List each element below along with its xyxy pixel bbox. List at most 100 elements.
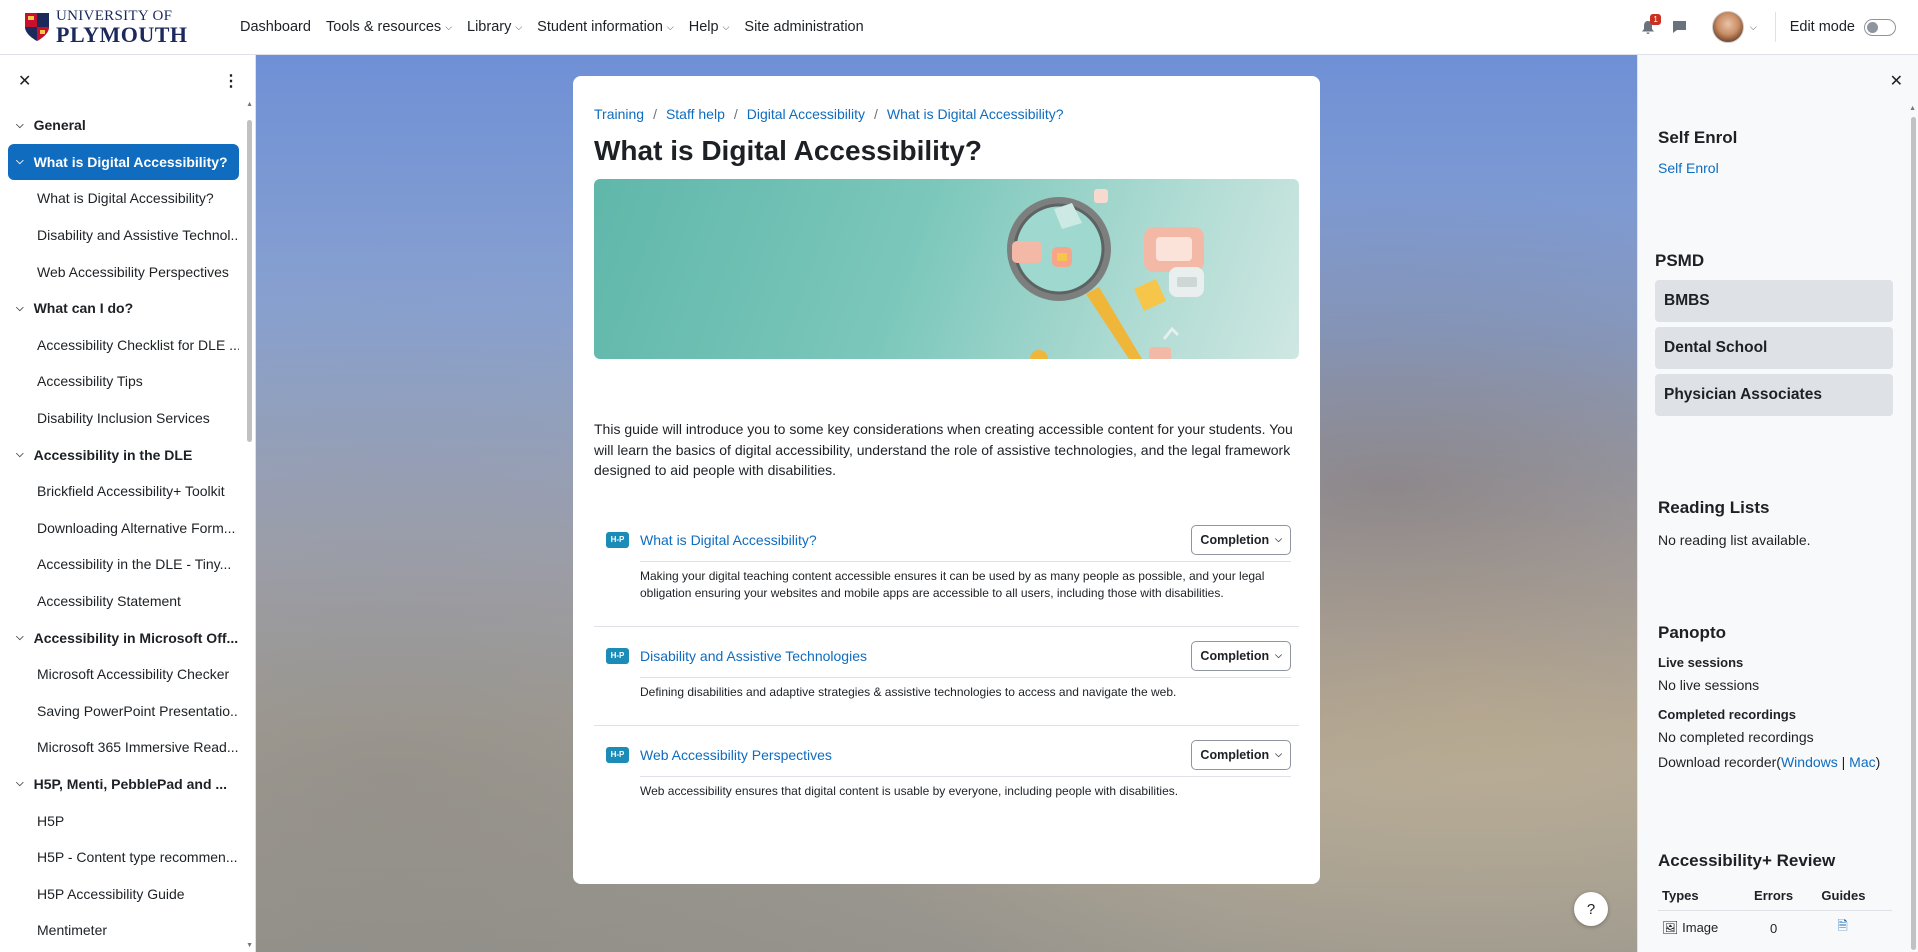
scroll-up-arrow[interactable]: ▲ [1909,105,1916,112]
activity-link[interactable]: What is Digital Accessibility? [640,532,817,548]
user-avatar[interactable] [1711,11,1744,43]
course-index-item[interactable]: Downloading Alternative Form... [8,510,239,547]
nav-help[interactable]: Help ⌵ [689,19,730,35]
chevron-down-icon: ⌵ [722,21,730,32]
chevron-down-icon: ⌵ [16,449,24,461]
edit-mode-toggle[interactable] [1864,18,1896,36]
accessibility-review-block: Accessibility+ Review Types Errors Guide… [1658,851,1893,945]
course-index-item[interactable]: Mentimeter [8,912,239,949]
breadcrumb-separator: / [733,106,738,122]
course-index-item[interactable]: Accessibility Tips [8,363,239,400]
section-general[interactable]: ⌵ General [8,107,239,144]
column-header-guides: Guides [1817,881,1892,911]
panopto-block: Panopto Live sessions No live sessions C… [1658,623,1893,774]
download-mac-link[interactable]: Mac [1849,754,1875,770]
course-index-item[interactable]: Accessibility Statement [8,583,239,620]
column-header-errors: Errors [1750,881,1818,911]
completion-dropdown[interactable]: Completion ⌵ [1191,524,1291,555]
course-index-item[interactable]: Brickfield Accessibility+ Toolkit [8,473,239,510]
nav-library[interactable]: Library ⌵ [467,19,522,35]
course-index-item[interactable]: Web Accessibility Perspectives [8,253,239,290]
nav-site-administration-label: Site administration [744,19,864,35]
completed-recordings-heading: Completed recordings [1658,707,1796,722]
course-index-item[interactable]: Disability Inclusion Services [8,400,239,437]
download-recorder-label: Download recorder( [1658,754,1781,770]
reading-lists-text: No reading list available. [1658,532,1811,548]
psmd-button-dental-school[interactable]: Dental School [1655,327,1893,369]
nav-library-label: Library [467,19,512,35]
completion-label: Completion [1200,532,1270,547]
self-enrol-title: Self Enrol [1658,128,1738,147]
psmd-button-physician-associates[interactable]: Physician Associates [1655,374,1893,416]
close-drawer-icon[interactable]: ✕ [18,71,31,91]
image-icon: 🖼 [1662,920,1679,935]
course-index-item[interactable]: H5P [8,802,239,839]
section-accessibility-in-microsoft-office[interactable]: ⌵ Accessibility in Microsoft Off... [8,619,239,656]
nav-tools-resources[interactable]: Tools & resources ⌵ [326,19,452,35]
scroll-down-arrow[interactable]: ▼ [246,942,253,949]
course-index-scrollbar[interactable] [247,120,252,442]
chevron-down-icon: ⌵ [1275,749,1282,759]
activity-link[interactable]: Web Accessibility Perspectives [640,747,832,763]
psmd-button-bmbs[interactable]: BMBS [1655,280,1893,322]
chevron-down-icon: ⌵ [16,302,24,314]
section-title: General [33,117,86,134]
h5p-icon: H-P [606,647,629,664]
breadcrumb-current-section[interactable]: What is Digital Accessibility? [887,106,1064,122]
section-title: H5P, Menti, PebblePad and ... [33,775,228,792]
kebab-menu-icon[interactable]: ⋮ [223,71,239,91]
completion-dropdown[interactable]: Completion ⌵ [1191,739,1291,770]
nav-student-information[interactable]: Student information ⌵ [537,19,674,35]
completion-dropdown[interactable]: Completion ⌵ [1191,640,1291,671]
self-enrol-link[interactable]: Self Enrol [1658,160,1893,176]
psmd-title: PSMD [1655,251,1705,270]
chevron-down-icon: ⌵ [16,778,24,790]
help-button[interactable]: ? [1574,892,1608,926]
course-index-item[interactable]: H5P Accessibility Guide [8,875,239,912]
course-index-item[interactable]: Microsoft 365 Immersive Read... [8,729,239,766]
nav-dashboard[interactable]: Dashboard [240,19,311,35]
course-index-list: ⌵ General ⌵ What is Digital Accessibility?… [0,107,255,949]
course-index-item[interactable]: What is Digital Accessibility? [8,180,239,217]
document-icon[interactable]: 🗎 [1837,918,1847,933]
messages-button[interactable] [1670,17,1690,37]
h5p-icon: H-P [606,746,629,763]
nav-site-administration[interactable]: Site administration [744,19,863,35]
section-h5p-menti-pebblepad[interactable]: ⌵ H5P, Menti, PebblePad and ... [8,766,239,803]
breadcrumb-digital-accessibility[interactable]: Digital Accessibility [747,106,865,122]
navbar-divider [1774,12,1776,42]
notifications-button[interactable]: 1 [1638,14,1661,37]
course-index-item[interactable]: Saving PowerPoint Presentatio... [8,693,239,730]
self-enrol-block: Self Enrol Self Enrol [1658,128,1893,176]
course-index-item[interactable]: Accessibility Checklist for DLE ... [8,327,239,364]
breadcrumb-training[interactable]: Training [594,106,644,122]
section-what-can-i-do[interactable]: ⌵ What can I do? [8,290,239,327]
course-index-item[interactable]: Microsoft Accessibility Checker [8,656,239,693]
psmd-block: PSMD BMBS Dental School Physician Associ… [1655,251,1893,421]
breadcrumb-separator: / [653,106,657,122]
section-title: What is Digital Accessibility? [33,153,228,170]
top-navbar: UNIVERSITY OF PLYMOUTH Dashboard Tools &… [0,0,1918,55]
chevron-down-icon[interactable]: ⌵ [1750,22,1757,33]
download-separator: | [1837,754,1850,770]
section-what-is-digital-accessibility[interactable]: ⌵ What is Digital Accessibility? [8,143,239,181]
chevron-down-icon: ⌵ [515,21,523,32]
h5p-icon: H-P [606,531,629,548]
chevron-down-icon: ⌵ [16,156,24,168]
breadcrumb-staff-help[interactable]: Staff help [666,106,725,122]
section-accessibility-in-the-dle[interactable]: ⌵ Accessibility in the DLE [8,436,239,473]
download-windows-link[interactable]: Windows [1781,754,1838,770]
course-index-item[interactable]: Accessibility in the DLE - Tiny... [8,546,239,583]
course-index-item[interactable]: H5P - Content type recommen... [8,839,239,876]
course-index-item[interactable]: Disability and Assistive Technol... [8,217,239,254]
university-logo[interactable]: UNIVERSITY OF PLYMOUTH [24,8,214,46]
completion-label: Completion [1200,648,1270,663]
download-suffix: ) [1875,754,1881,770]
scroll-up-arrow[interactable]: ▲ [246,101,253,108]
block-drawer-scrollbar[interactable] [1911,117,1916,950]
activity-link[interactable]: Disability and Assistive Technologies [640,648,867,664]
close-drawer-icon[interactable]: ✕ [1890,71,1903,91]
reading-lists-block: Reading Lists No reading list available. [1658,498,1893,548]
activity-description: Defining disabilities and adaptive strat… [640,684,1177,699]
reading-lists-title: Reading Lists [1658,498,1770,517]
